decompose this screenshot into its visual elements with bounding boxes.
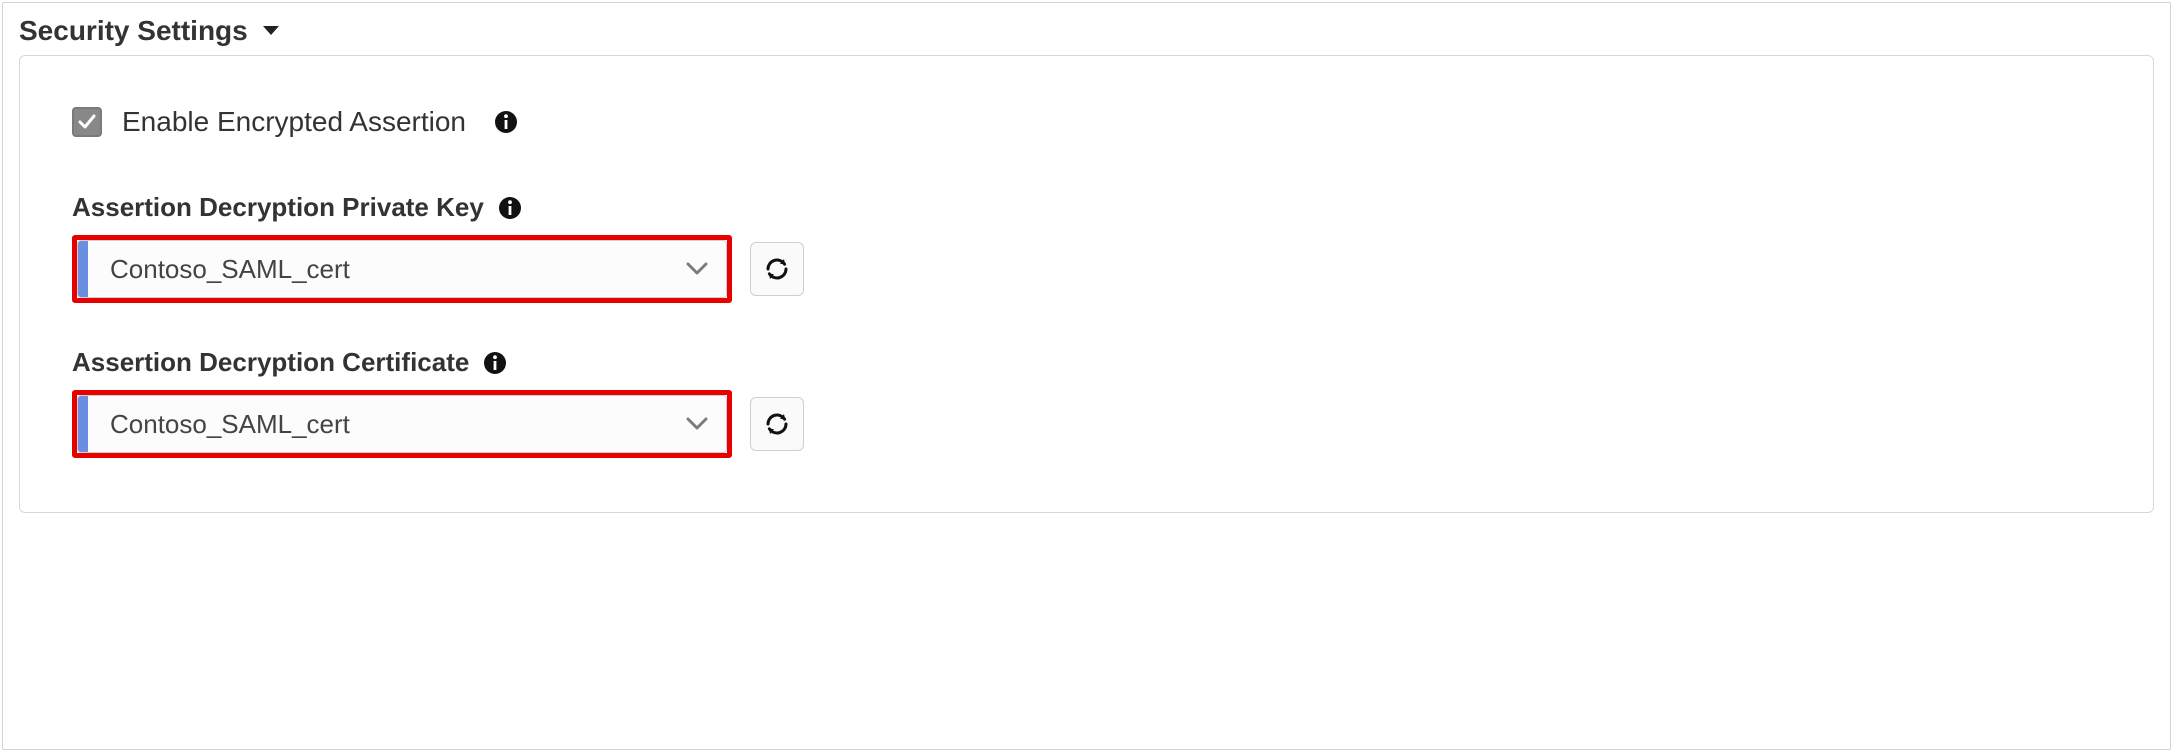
certificate-value: Contoso_SAML_cert	[88, 409, 686, 440]
refresh-icon	[763, 255, 791, 283]
section-header[interactable]: Security Settings	[19, 11, 2154, 55]
certificate-field: Assertion Decryption Certificate Contoso…	[72, 347, 2101, 458]
refresh-icon	[763, 410, 791, 438]
private-key-field: Assertion Decryption Private Key Contoso…	[72, 192, 2101, 303]
select-accent	[78, 396, 88, 452]
certificate-select[interactable]: Contoso_SAML_cert	[77, 395, 727, 453]
settings-panel: Enable Encrypted Assertion Assertion Dec…	[19, 55, 2154, 513]
refresh-private-key-button[interactable]	[750, 242, 804, 296]
private-key-select[interactable]: Contoso_SAML_cert	[77, 240, 727, 298]
highlight-box: Contoso_SAML_cert	[72, 235, 732, 303]
certificate-select-row: Contoso_SAML_cert	[72, 390, 2101, 458]
private-key-select-row: Contoso_SAML_cert	[72, 235, 2101, 303]
highlight-box: Contoso_SAML_cert	[72, 390, 732, 458]
chevron-down-icon	[686, 262, 726, 276]
enable-encrypted-assertion-row: Enable Encrypted Assertion	[72, 106, 2101, 138]
info-icon[interactable]	[494, 110, 518, 134]
certificate-label: Assertion Decryption Certificate	[72, 347, 469, 378]
section-title: Security Settings	[19, 15, 248, 47]
select-accent	[78, 241, 88, 297]
private-key-label-row: Assertion Decryption Private Key	[72, 192, 2101, 223]
enable-encrypted-assertion-checkbox[interactable]	[72, 107, 102, 137]
private-key-label: Assertion Decryption Private Key	[72, 192, 484, 223]
info-icon[interactable]	[498, 196, 522, 220]
caret-down-icon	[262, 25, 280, 37]
info-icon[interactable]	[483, 351, 507, 375]
chevron-down-icon	[686, 417, 726, 431]
certificate-label-row: Assertion Decryption Certificate	[72, 347, 2101, 378]
security-settings-section: Security Settings Enable Encrypted Asser…	[2, 2, 2171, 750]
private-key-value: Contoso_SAML_cert	[88, 254, 686, 285]
enable-encrypted-assertion-label: Enable Encrypted Assertion	[122, 106, 466, 138]
refresh-certificate-button[interactable]	[750, 397, 804, 451]
